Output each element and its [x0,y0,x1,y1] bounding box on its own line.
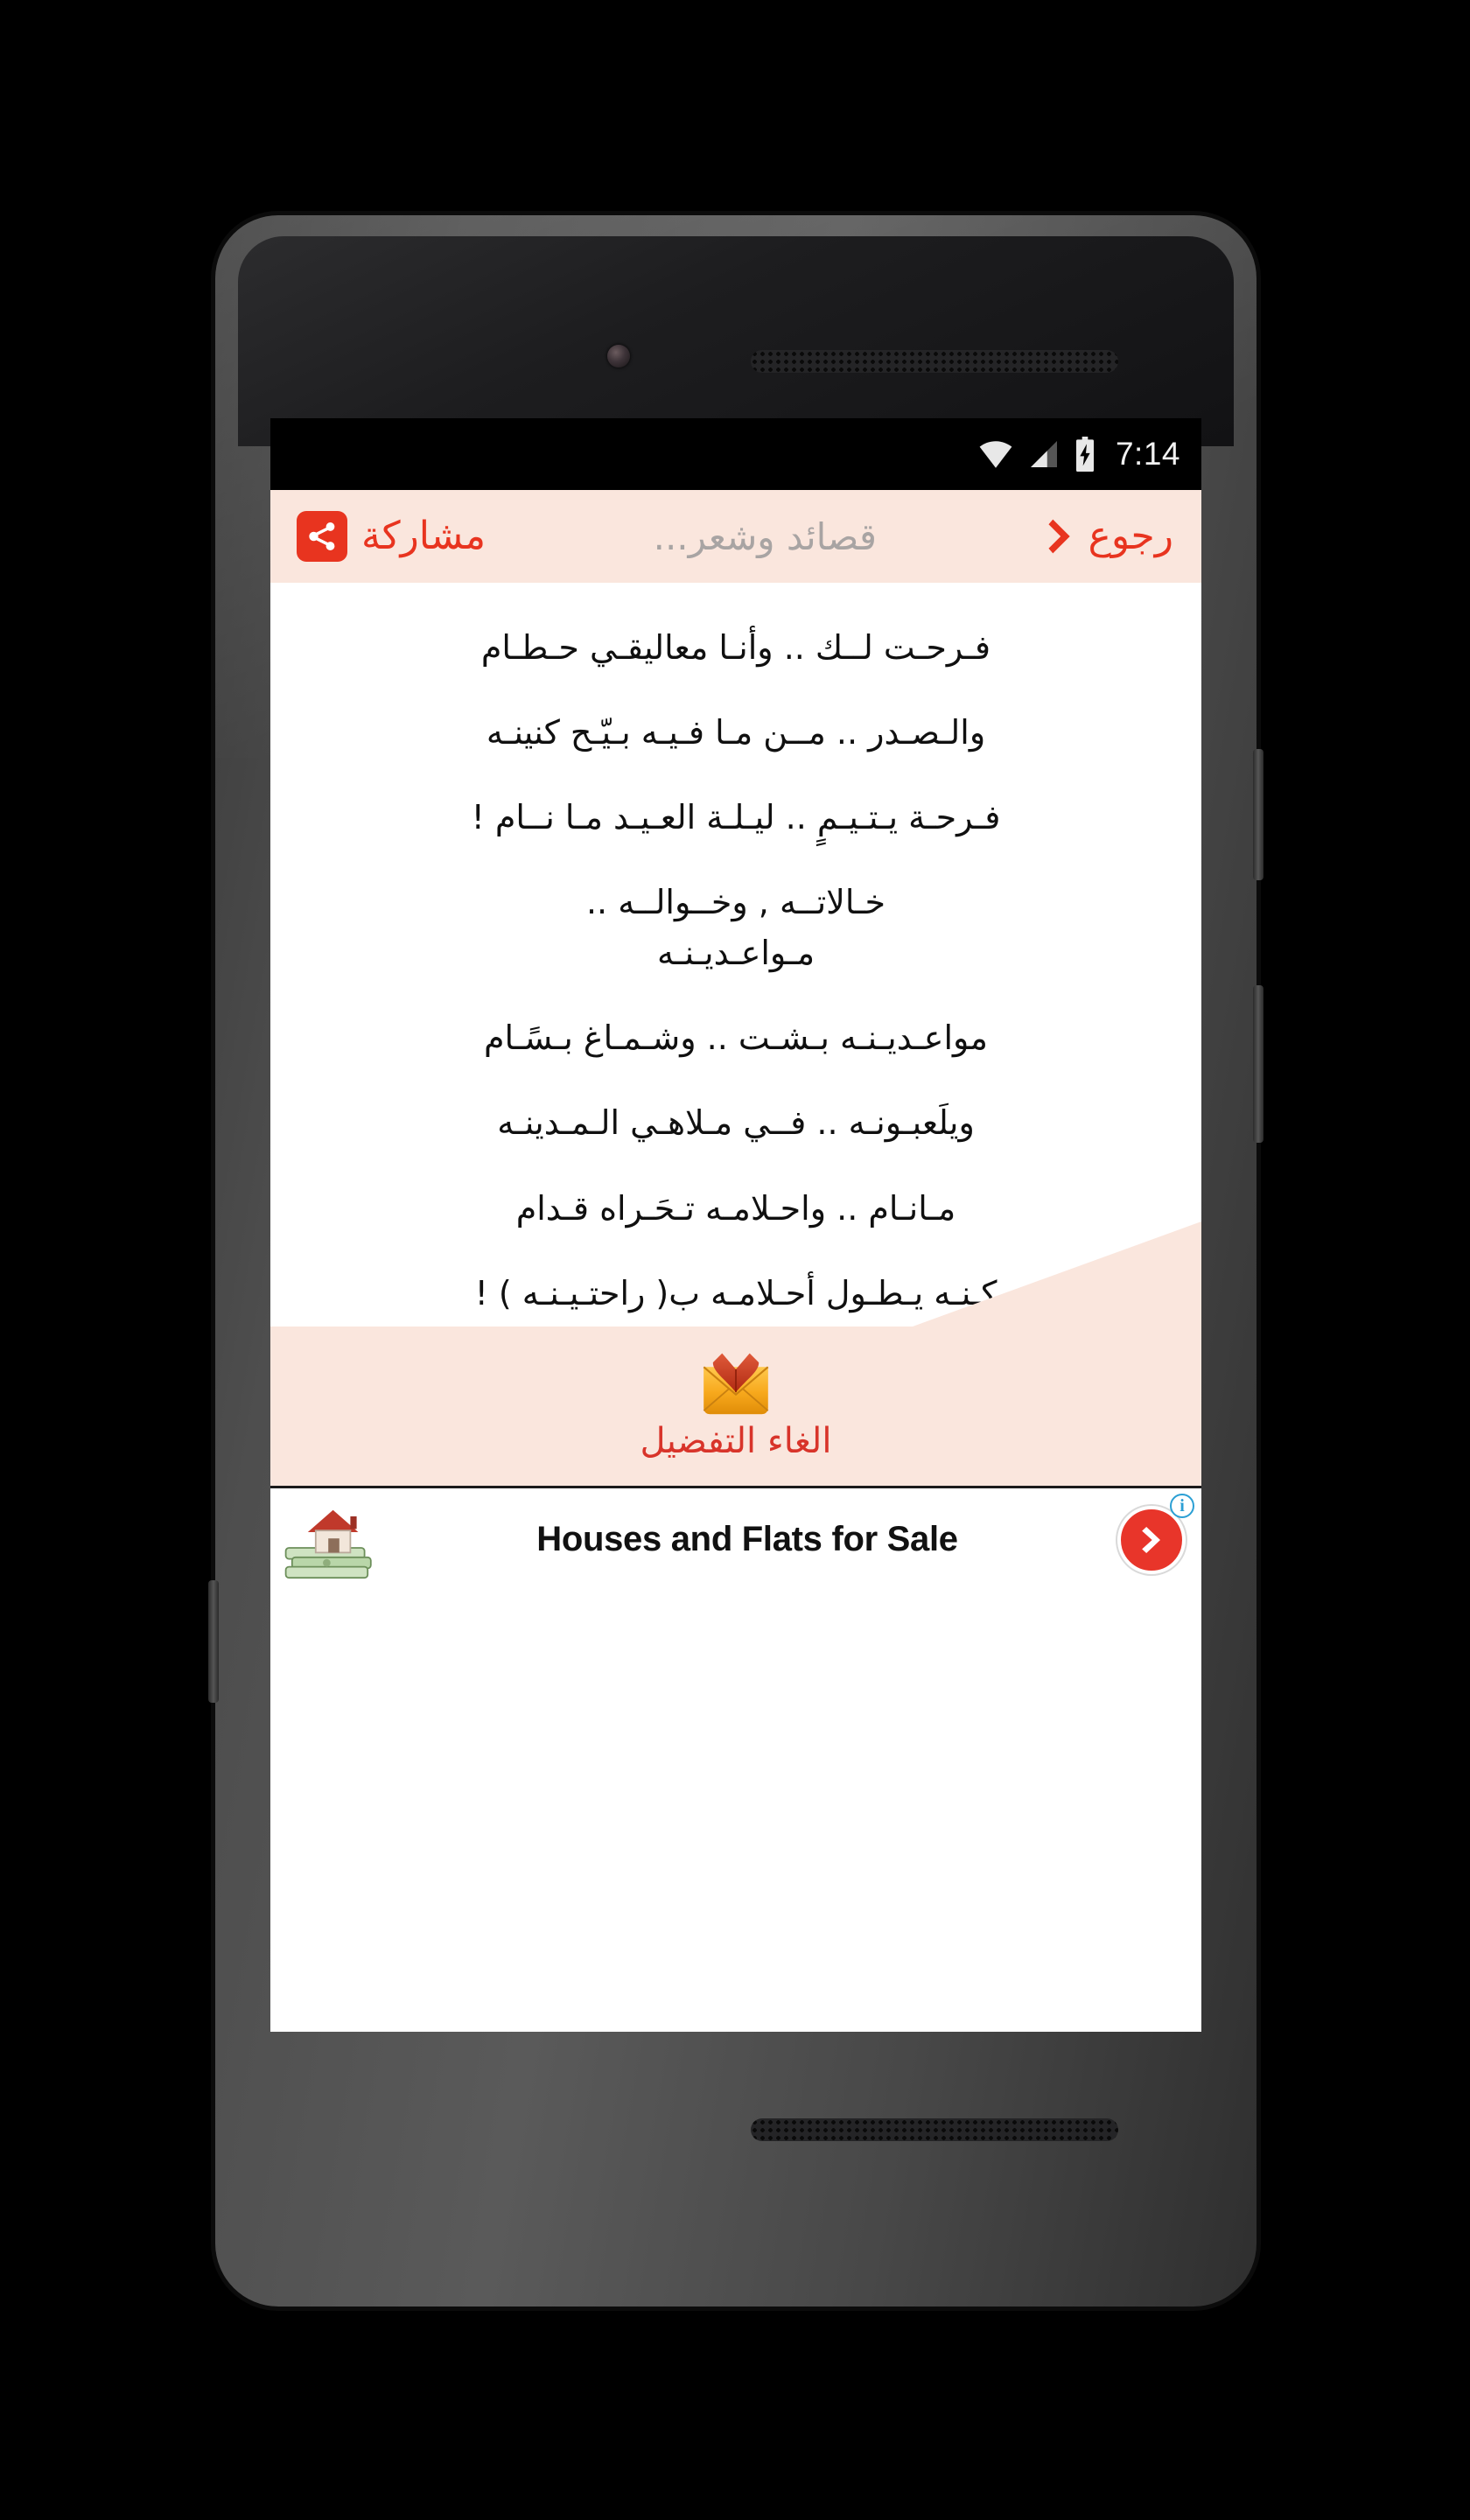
android-status-bar: 7:14 [270,418,1201,490]
app-header-bar: رجوع قصائد وشعر... مشاركة [270,490,1201,583]
ad-headline: Houses and Flats for Sale [536,1520,958,1558]
volume-down-button[interactable] [208,1580,219,1703]
remove-favorite-button[interactable]: الغاء التفضيل [270,1326,1201,1486]
poem-line: مـواعـديـنـه [656,934,816,973]
share-button-label: مشاركة [361,514,486,558]
poem-line: فـرحـت لــك .. وأنـا معاليقـي حـطـام [480,628,991,667]
ad-banner[interactable]: Houses and Flats for Sale i [270,1486,1201,1591]
poem-line: كـنـه يـطـول أحـلامـه ب( راحتـيـنـه ) ! [474,1273,998,1312]
phone-top-glass [238,236,1234,446]
front-camera-icon [607,345,630,368]
bottom-speaker-grille [751,2118,1118,2141]
phone-device-frame: 7:14 رجوع قصائد وشعر... مشاركة فـرحـت لـ… [208,215,1264,2306]
battery-charging-icon [1075,437,1094,472]
poem-line: والـصـدر .. مــن مـا فـيـه بـيّـح كنينـه [486,713,986,752]
envelope-heart-icon [703,1353,769,1415]
poem-line: فـرحـة يـتـيـمٍ .. ليـلـة العـيـد مـا نـ… [471,798,1001,837]
poem-line: مـانـام .. واحـلامـه تـحَـراه قـدام [515,1188,956,1228]
remove-favorite-label: الغاء التفضيل [640,1421,832,1461]
house-money-icon [284,1509,372,1578]
earpiece-speaker-grille [751,350,1118,373]
back-button-label: رجوع [1088,514,1173,558]
share-button[interactable]: مشاركة [290,506,493,567]
poem-line: مواعـديـنـه بـشـت .. وشـمـاغ بـسًـام [483,1018,989,1058]
status-bar-clock: 7:14 [1115,436,1180,472]
chevron-right-icon [1048,519,1070,554]
chevron-right-circle-icon [1142,1526,1160,1553]
poem-line: خـالاتــه , وخــوالــه .. [585,883,886,922]
share-icon [297,511,347,562]
back-button[interactable]: رجوع [1038,512,1182,561]
phone-screen: 7:14 رجوع قصائد وشعر... مشاركة فـرحـت لـ… [270,418,1201,2032]
power-button[interactable] [1253,749,1264,880]
page-title: قصائد وشعر... [653,514,877,558]
volume-up-button[interactable] [1253,985,1264,1143]
cellular-signal-icon [1030,441,1057,467]
ad-info-badge[interactable]: i [1170,1494,1194,1518]
wifi-icon [979,441,1012,468]
poem-content-area[interactable]: فـرحـت لــك .. وأنـا معاليقـي حـطـام وال… [270,583,1201,1326]
poem-line: ويلَعبـونـه .. فــي مـلاهـي الـمـدينـه [497,1103,975,1143]
